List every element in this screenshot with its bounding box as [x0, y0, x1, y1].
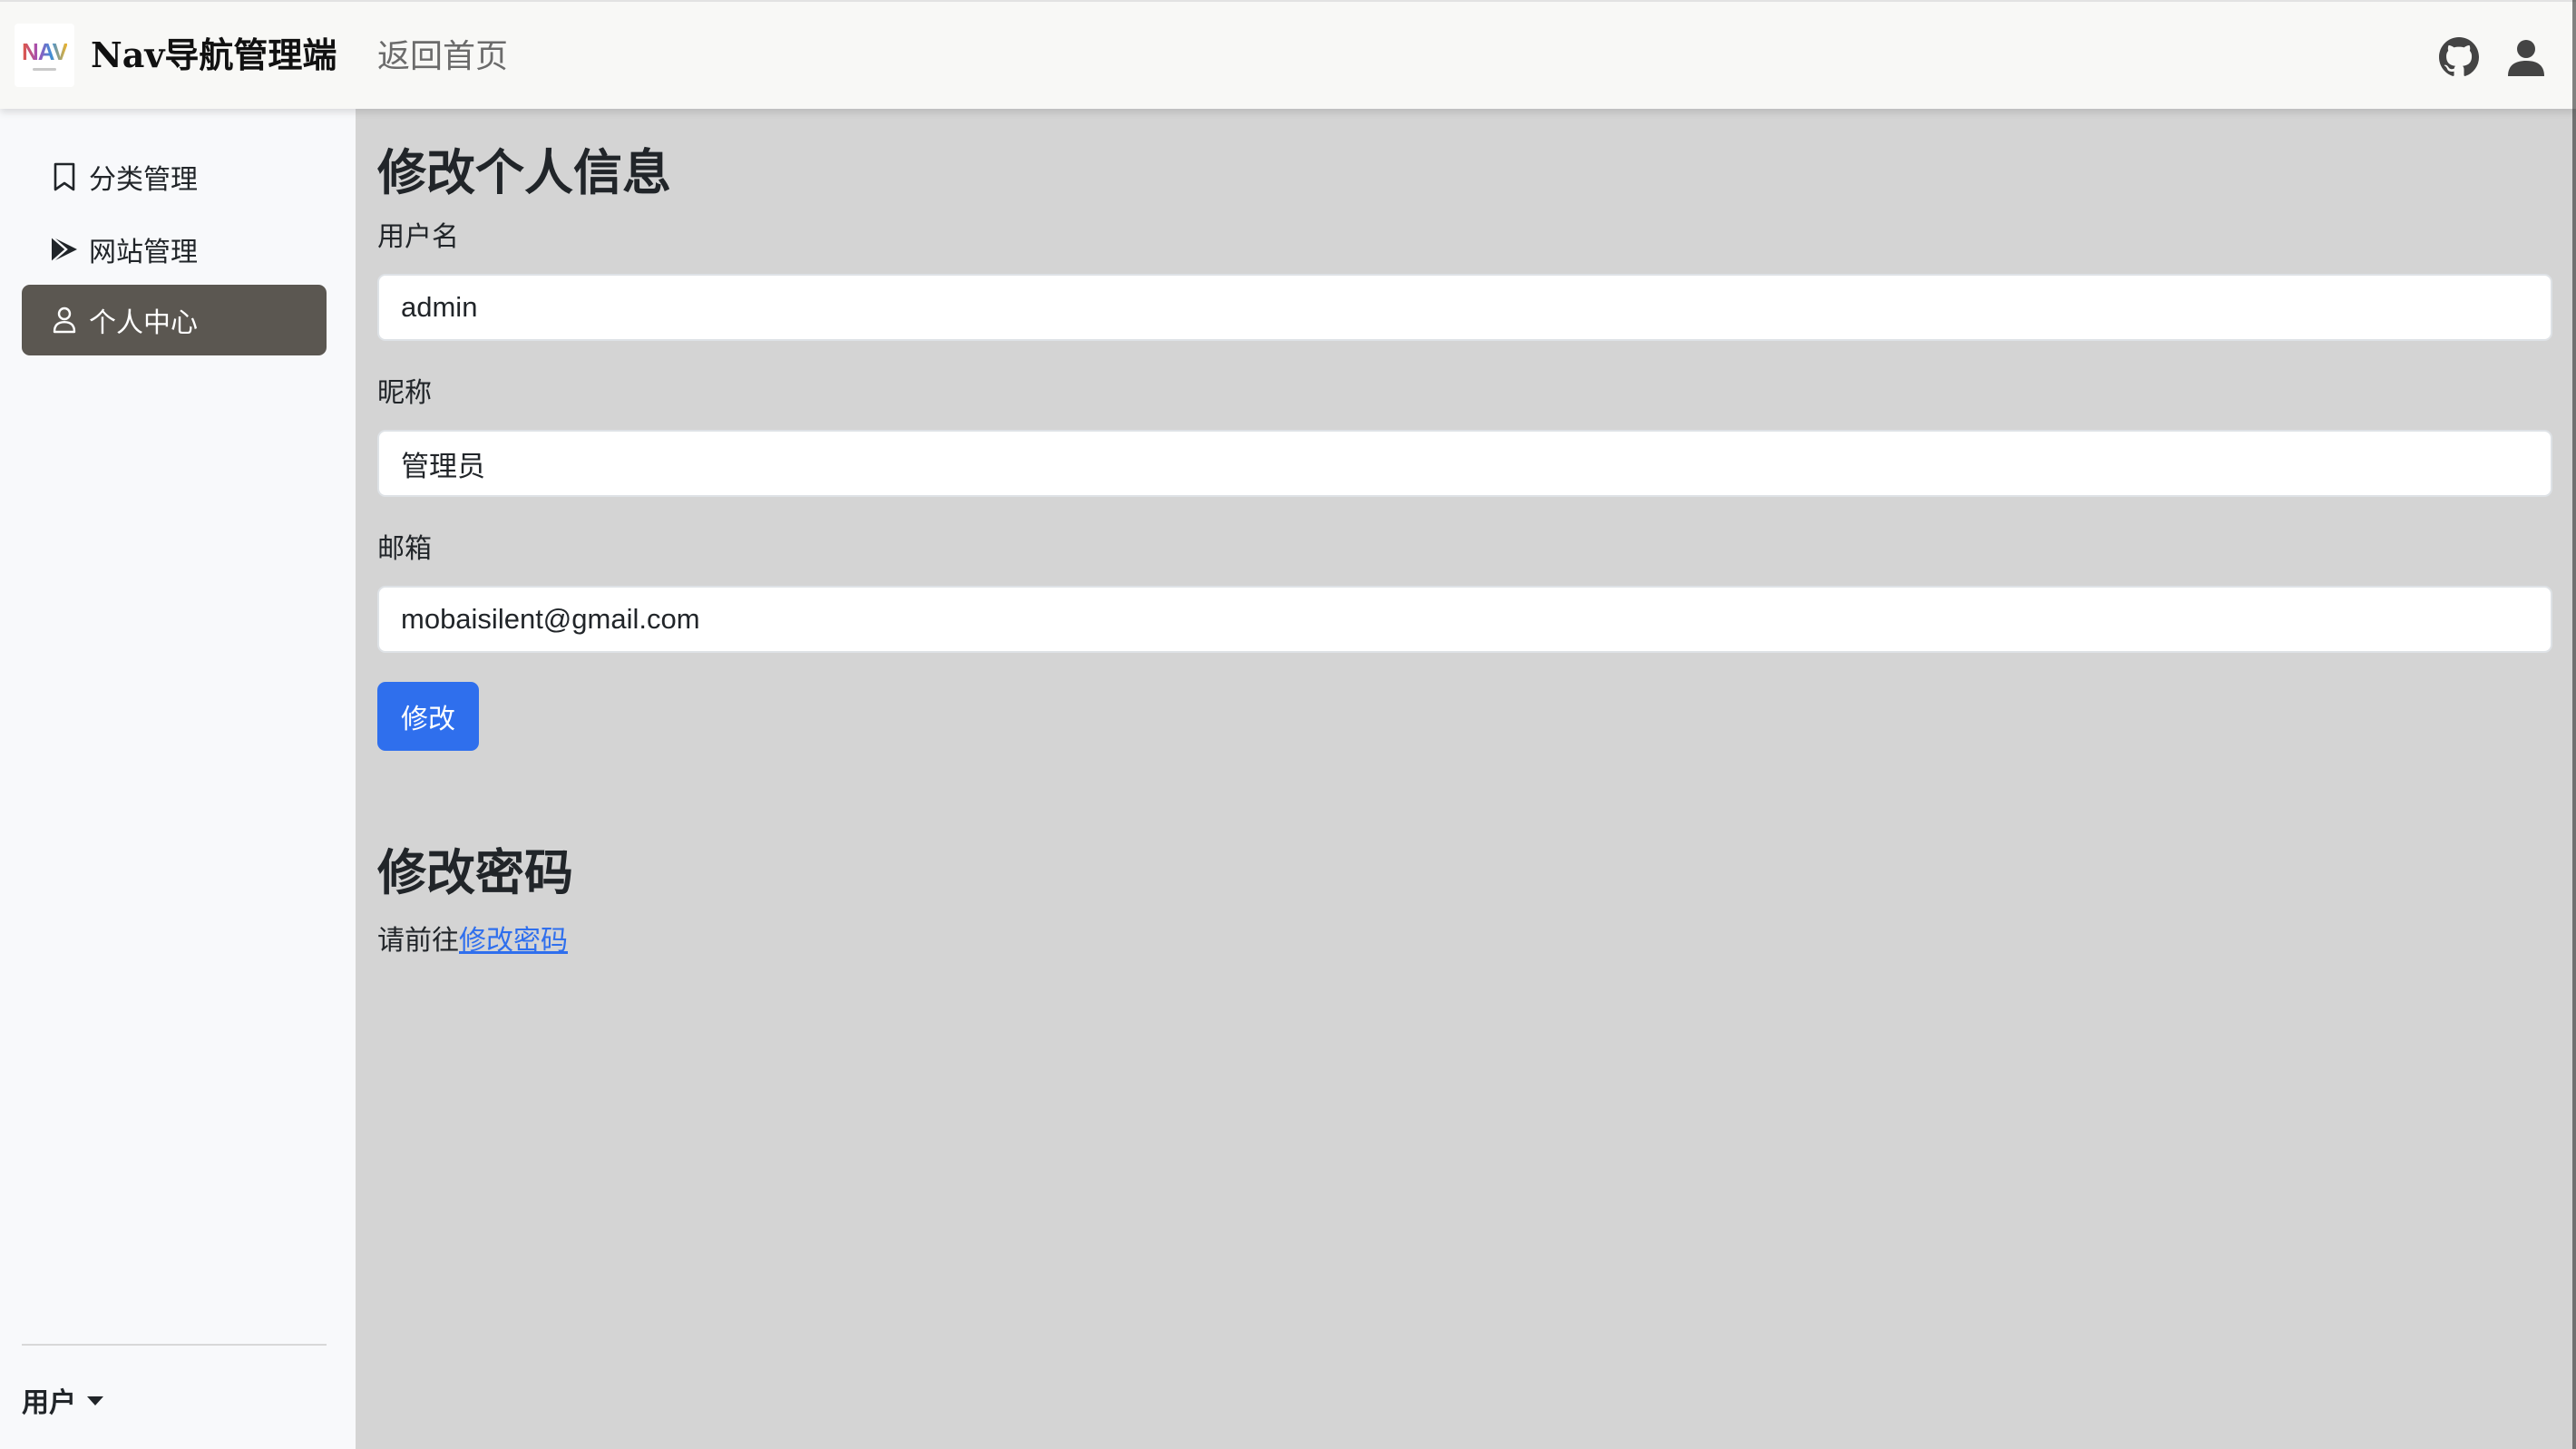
sidebar-divider	[22, 1344, 327, 1346]
nickname-label: 昵称	[377, 378, 432, 408]
sidebar-item-label: 分类管理	[89, 165, 198, 195]
bookmark-icon	[49, 161, 80, 192]
sidebar-item-category[interactable]: 分类管理	[22, 141, 327, 212]
window-edge	[2572, 0, 2576, 1449]
change-password-link[interactable]: 修改密码	[459, 926, 568, 956]
logo-underline	[33, 68, 56, 71]
app-title[interactable]: Nav导航管理端	[91, 31, 337, 80]
user-dropdown-label: 用户	[22, 1388, 76, 1418]
username-label: 用户名	[377, 222, 459, 252]
nickname-input[interactable]	[377, 430, 2552, 497]
sidebar-item-label: 个人中心	[89, 308, 198, 338]
submit-button[interactable]: 修改	[377, 682, 479, 751]
sidebar: 分类管理 网站管理 个人中心 用户	[0, 109, 356, 1449]
person-icon	[49, 305, 80, 336]
password-title: 修改密码	[377, 846, 573, 900]
email-input[interactable]	[377, 586, 2552, 653]
sidebar-item-sites[interactable]: 网站管理	[22, 214, 327, 285]
github-icon[interactable]	[2438, 36, 2480, 78]
password-prompt: 请前往修改密码	[377, 919, 568, 963]
password-prompt-text: 请前往	[377, 926, 459, 956]
logo[interactable]: NAV	[15, 24, 74, 87]
email-label: 邮箱	[377, 534, 432, 564]
profile-title: 修改个人信息	[377, 146, 671, 200]
play-icon	[49, 234, 80, 265]
user-dropdown[interactable]: 用户	[22, 1380, 103, 1420]
sidebar-item-profile[interactable]: 个人中心	[22, 285, 327, 355]
user-icon[interactable]	[2505, 36, 2547, 78]
caret-down-icon	[87, 1396, 103, 1405]
top-navbar: NAV Nav导航管理端 返回首页	[0, 0, 2576, 109]
home-link[interactable]: 返回首页	[377, 33, 508, 82]
logo-text: NAV	[22, 38, 68, 65]
sidebar-item-label: 网站管理	[89, 238, 198, 267]
username-input[interactable]	[377, 274, 2552, 341]
